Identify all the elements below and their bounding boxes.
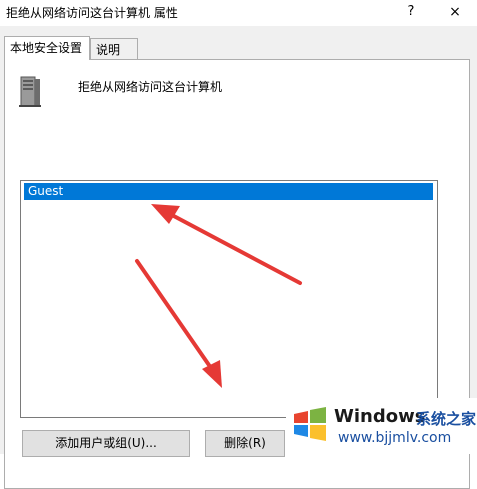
title-bar: 拒绝从网络访问这台计算机 属性 ? × xyxy=(0,0,477,26)
tab-label: 说明 xyxy=(96,43,121,57)
watermark: Windows 系统之家 www.bjjmlv.com xyxy=(286,398,477,454)
tab-label: 本地安全设置 xyxy=(10,41,83,55)
policy-name: 拒绝从网络访问这台计算机 xyxy=(78,80,223,94)
tab-local-security-setting[interactable]: 本地安全设置 xyxy=(4,36,90,60)
watermark-url: www.bjjmlv.com xyxy=(338,430,452,446)
watermark-brand: Windows xyxy=(334,406,426,427)
dialog-body: 本地安全设置 说明 拒绝从网络访问这台计算机 Guest 添加用户或组(U)..… xyxy=(0,26,477,489)
members-listbox[interactable]: Guest xyxy=(20,180,438,418)
remove-button[interactable]: 删除(R) xyxy=(205,430,285,457)
close-button[interactable]: × xyxy=(444,1,466,23)
add-user-or-group-button[interactable]: 添加用户或组(U)... xyxy=(22,430,190,457)
help-button[interactable]: ? xyxy=(400,1,422,23)
watermark-brand-cn: 系统之家 xyxy=(416,410,477,428)
window-title: 拒绝从网络访问这台计算机 属性 xyxy=(6,6,178,20)
server-computer-icon xyxy=(19,76,41,107)
list-item-guest[interactable]: Guest xyxy=(24,183,433,200)
windows-logo-icon xyxy=(294,407,326,441)
tab-explain[interactable]: 说明 xyxy=(90,38,138,60)
